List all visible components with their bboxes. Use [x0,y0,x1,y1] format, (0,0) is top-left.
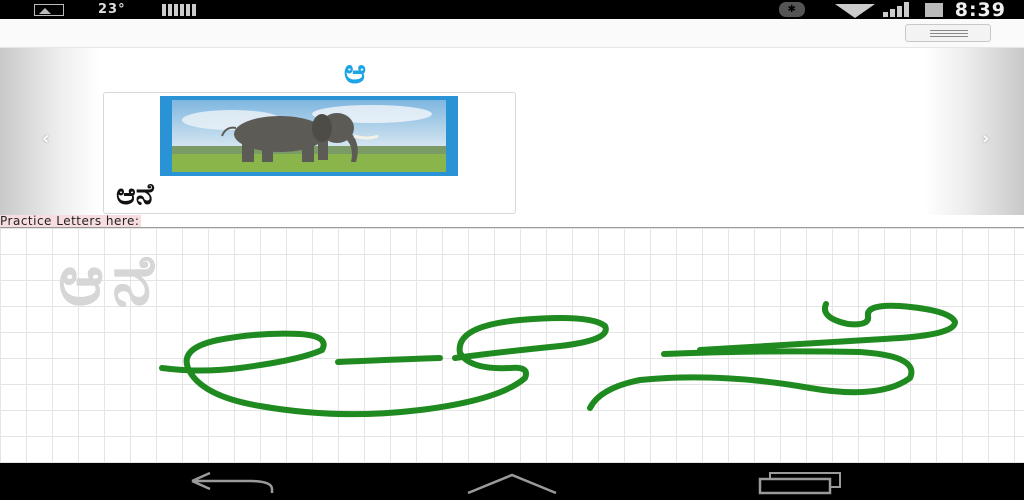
signal-icon [882,2,909,17]
menu-line [930,33,968,34]
elephant-picture [172,100,446,172]
status-left: 23° [34,2,196,17]
letter-heading: ಆ [343,52,367,92]
status-bar: 23° ✱ 8:39 [0,0,1024,21]
menu-line [930,36,968,37]
image-icon [34,3,64,16]
system-navigation-bar [0,463,1024,500]
chevron-left-icon: ‹ [42,128,50,149]
back-button[interactable] [180,469,280,495]
back-icon [191,471,274,493]
stroke-group [159,301,958,418]
practice-label: Practice Letters here: [0,214,142,228]
battery-bars-icon [161,3,196,16]
action-bar [0,19,1024,48]
home-button[interactable] [462,469,562,495]
recent-apps-button[interactable] [748,469,848,495]
handwriting-stroke [587,348,915,411]
handwriting-stroke [697,301,958,353]
elephant-image [160,96,458,176]
clock: 8:39 [954,0,1006,21]
bluetooth-icon: ✱ [778,2,805,17]
previous-button[interactable]: ‹ [0,48,100,215]
battery-icon [924,2,943,17]
home-icon [467,473,557,495]
wifi-icon [834,3,875,18]
status-right: ✱ 8:39 [778,0,1006,21]
recent-apps-icon [758,472,841,495]
chevron-right-icon: › [982,128,990,149]
lesson-carousel: ‹ › ಆ ಆನೆ [0,48,1024,215]
handwriting-strokes [159,301,958,418]
menu-button[interactable] [905,24,991,42]
temperature-text: 23° [98,2,126,17]
lesson-card: ಆನೆ [103,92,516,214]
next-button[interactable]: › [924,48,1024,215]
drawing-canvas[interactable]: ಆನೆ [0,227,1024,463]
word-label: ಆನೆ [116,177,154,212]
handwriting-stroke [159,315,609,418]
menu-lines-icon [930,30,968,31]
handwriting-stroke [335,355,443,365]
